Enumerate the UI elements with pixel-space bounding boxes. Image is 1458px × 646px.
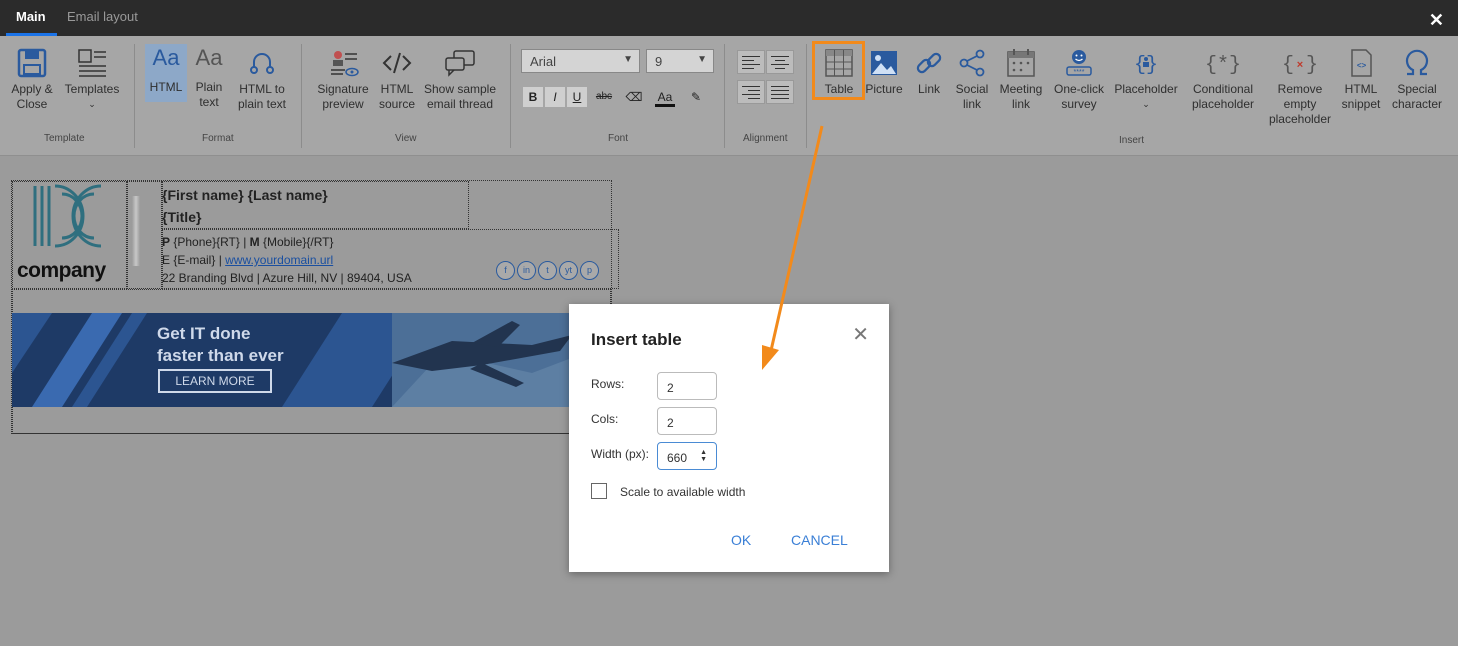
annotation-arrow [762, 125, 824, 370]
